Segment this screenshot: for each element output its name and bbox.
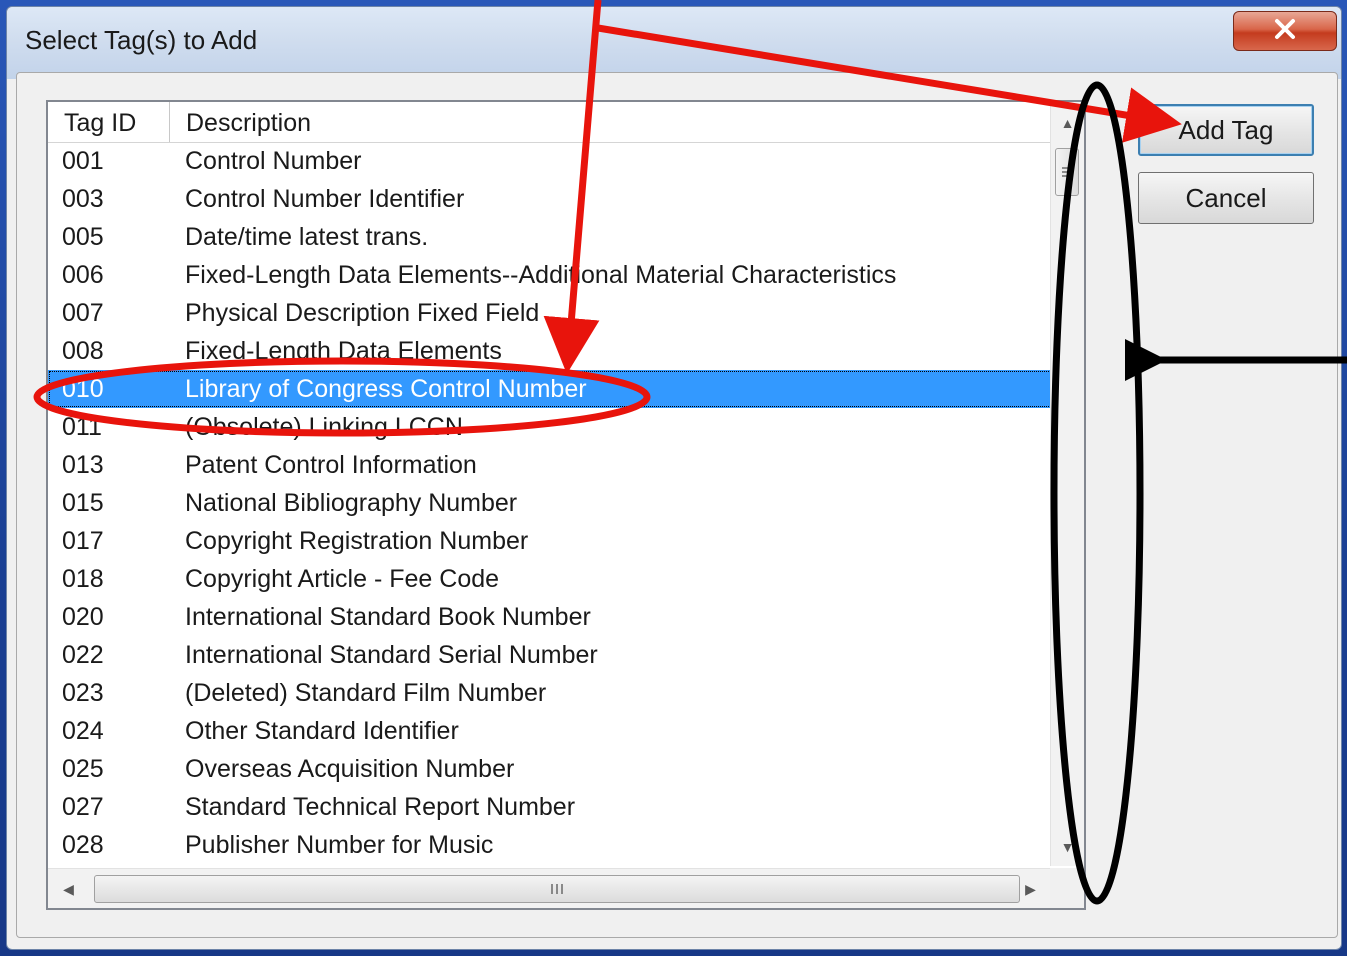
table-row[interactable]: 017 Copyright Registration Number xyxy=(48,522,1068,560)
close-button[interactable] xyxy=(1233,11,1337,51)
scroll-right-button[interactable]: ▶ xyxy=(1014,872,1047,906)
description-cell: Date/time latest trans. xyxy=(185,223,429,251)
tag-id-cell: 023 xyxy=(62,679,104,707)
description-cell: Control Number xyxy=(185,147,362,175)
tag-id-cell: 025 xyxy=(62,755,104,783)
table-row[interactable]: 011 (Obsolete) Linking LCCN xyxy=(48,408,1068,446)
description-cell: Other Standard Identifier xyxy=(185,717,459,745)
description-cell: Control Number Identifier xyxy=(185,185,465,213)
table-row[interactable]: 023 (Deleted) Standard Film Number xyxy=(48,674,1068,712)
description-cell: Overseas Acquisition Number xyxy=(185,755,515,783)
list-header: Tag ID Description xyxy=(48,102,1068,143)
table-row[interactable]: 018 Copyright Article - Fee Code xyxy=(48,560,1068,598)
horizontal-scroll-thumb[interactable] xyxy=(94,875,1020,903)
table-row[interactable]: 020 International Standard Book Number xyxy=(48,598,1068,636)
tag-id-cell: 010 xyxy=(62,375,104,403)
add-tag-button[interactable]: Add Tag xyxy=(1138,104,1314,156)
grip-icon xyxy=(551,884,563,894)
description-cell: Copyright Article - Fee Code xyxy=(185,565,500,593)
tag-id-cell: 003 xyxy=(62,185,104,213)
close-icon xyxy=(1272,18,1298,45)
tag-id-cell: 028 xyxy=(62,831,104,859)
description-cell: Fixed-Length Data Elements--Additional M… xyxy=(185,261,897,289)
scroll-down-button[interactable]: ▼ xyxy=(1051,830,1084,864)
table-row[interactable]: 025 Overseas Acquisition Number xyxy=(48,750,1068,788)
table-row[interactable]: 027 Standard Technical Report Number xyxy=(48,788,1068,826)
vertical-scroll-thumb[interactable] xyxy=(1055,148,1079,196)
arrow-down-icon: ▼ xyxy=(1060,839,1075,855)
table-row[interactable]: 024 Other Standard Identifier xyxy=(48,712,1068,750)
description-cell: Physical Description Fixed Field xyxy=(185,299,540,327)
title-bar: Select Tag(s) to Add xyxy=(7,7,1341,79)
description-cell: Publisher Number for Music xyxy=(185,831,494,859)
table-row[interactable]: 005 Date/time latest trans. xyxy=(48,218,1068,256)
tag-id-cell: 006 xyxy=(62,261,104,289)
description-cell: (Obsolete) Linking LCCN xyxy=(185,413,463,441)
tag-id-cell: 024 xyxy=(62,717,104,745)
table-row[interactable]: 015 National Bibliography Number xyxy=(48,484,1068,522)
table-row[interactable]: 022 International Standard Serial Number xyxy=(48,636,1068,674)
description-cell: (Deleted) Standard Film Number xyxy=(185,679,547,707)
description-cell: National Bibliography Number xyxy=(185,489,518,517)
scroll-up-button[interactable]: ▲ xyxy=(1051,106,1084,140)
grip-icon xyxy=(1062,167,1072,177)
tag-id-cell: 015 xyxy=(62,489,104,517)
tag-id-cell: 001 xyxy=(62,147,104,175)
table-row[interactable]: 013 Patent Control Information xyxy=(48,446,1068,484)
table-row[interactable]: 028 Publisher Number for Music xyxy=(48,826,1068,864)
description-cell: Copyright Registration Number xyxy=(185,527,529,555)
tag-id-cell: 017 xyxy=(62,527,104,555)
description-cell: Library of Congress Control Number xyxy=(185,375,587,403)
table-row-selected[interactable]: 010 Library of Congress Control Number xyxy=(48,370,1068,408)
description-cell: Fixed-Length Data Elements xyxy=(185,337,502,365)
description-cell: International Standard Book Number xyxy=(185,603,591,631)
tag-id-cell: 005 xyxy=(62,223,104,251)
description-cell: International Standard Serial Number xyxy=(185,641,598,669)
arrow-up-icon: ▲ xyxy=(1060,115,1075,131)
arrow-left-icon: ◀ xyxy=(63,880,74,897)
description-cell: Patent Control Information xyxy=(185,451,477,479)
table-row[interactable]: 007 Physical Description Fixed Field xyxy=(48,294,1068,332)
horizontal-scrollbar[interactable]: ◀ ▶ xyxy=(48,868,1050,908)
vertical-scrollbar[interactable]: ▲ ▼ xyxy=(1050,102,1084,866)
column-header-tag-id[interactable]: Tag ID xyxy=(48,102,170,142)
tag-id-cell: 008 xyxy=(62,337,104,365)
tag-id-cell: 020 xyxy=(62,603,104,631)
table-row[interactable]: 008 Fixed-Length Data Elements xyxy=(48,332,1068,370)
table-row[interactable]: 001 Control Number xyxy=(48,142,1068,180)
tag-id-cell: 011 xyxy=(62,413,102,441)
tag-id-cell: 007 xyxy=(62,299,104,327)
dialog-title: Select Tag(s) to Add xyxy=(25,25,258,55)
tag-id-cell: 027 xyxy=(62,793,104,821)
tag-id-cell: 013 xyxy=(62,451,104,479)
tag-list[interactable]: Tag ID Description 001 Control Number 003 C… xyxy=(46,100,1086,910)
arrow-right-icon: ▶ xyxy=(1025,880,1036,897)
tag-id-cell: 018 xyxy=(62,565,104,593)
table-row[interactable]: 006 Fixed-Length Data Elements--Additiona… xyxy=(48,256,1068,294)
description-cell: Standard Technical Report Number xyxy=(185,793,576,821)
tag-id-cell: 022 xyxy=(62,641,104,669)
scrollbar-corner xyxy=(1050,868,1084,908)
column-header-description[interactable]: Description xyxy=(170,102,1068,142)
table-row[interactable]: 003 Control Number Identifier xyxy=(48,180,1068,218)
cancel-button[interactable]: Cancel xyxy=(1138,172,1314,224)
scroll-left-button[interactable]: ◀ xyxy=(52,872,85,906)
